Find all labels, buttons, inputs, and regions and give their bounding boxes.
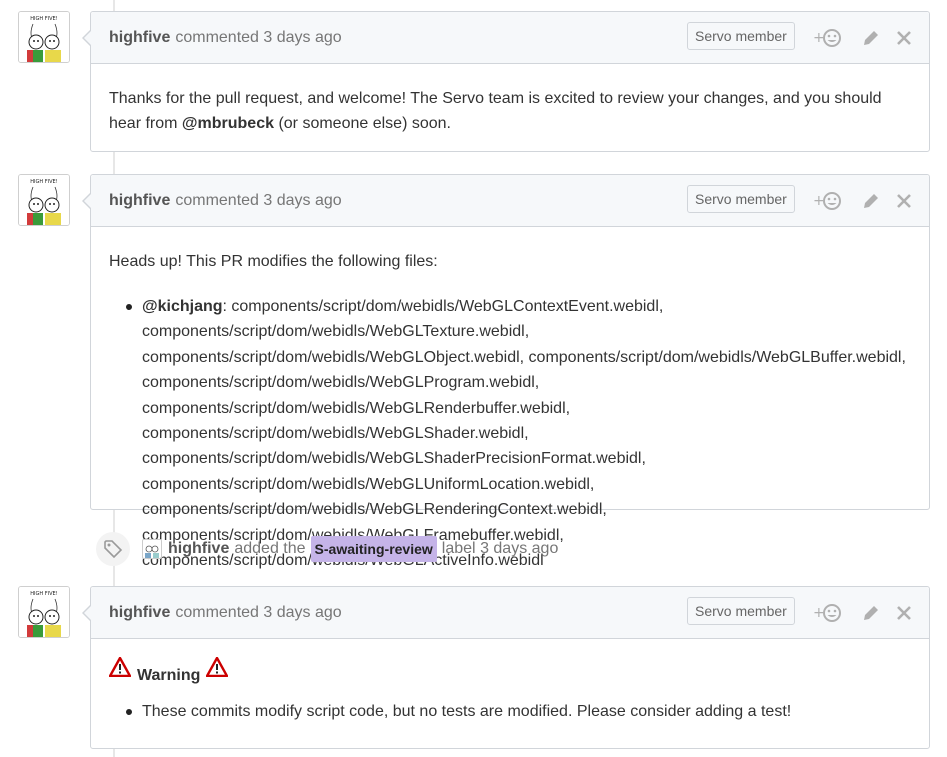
warning-list: These commits modify script code, but no… [109, 699, 911, 724]
label-event: highfive added the S-awaiting-review lab… [96, 532, 558, 566]
comment-body: Warning These commits modify script code… [91, 639, 929, 742]
event-text: added the [234, 540, 306, 557]
warning-icon [206, 656, 229, 685]
user-mention[interactable]: @kichjang [142, 298, 223, 315]
close-icon[interactable] [895, 603, 913, 628]
comment: highfive commented 3 days ago Servo memb… [82, 174, 930, 569]
svg-text:+: + [813, 193, 825, 209]
close-icon[interactable] [895, 191, 913, 216]
comment: highfive commented 3 days ago Servo memb… [82, 586, 930, 749]
pencil-icon[interactable] [861, 603, 881, 628]
svg-text:HIGH FIVE!: HIGH FIVE! [30, 591, 57, 597]
add-reaction-icon[interactable]: + [813, 27, 843, 54]
pencil-icon[interactable] [861, 191, 881, 216]
comment-timestamp[interactable]: 3 days ago [263, 604, 341, 621]
avatar[interactable]: HIGH FIVE! [18, 174, 70, 226]
add-reaction-icon[interactable]: + [813, 602, 843, 629]
comment-timestamp[interactable]: 3 days ago [263, 192, 341, 209]
comment-action: commented 3 days ago [175, 603, 342, 621]
comment-header: highfive commented 3 days ago Servo memb… [91, 587, 929, 639]
comment: highfive commented 3 days ago Servo memb… [82, 11, 930, 152]
svg-text:HIGH FIVE!: HIGH FIVE! [30, 179, 57, 185]
tag-icon [96, 532, 130, 566]
pencil-icon[interactable] [861, 28, 881, 53]
comment-author[interactable]: highfive [109, 192, 170, 210]
file-paths: : components/script/dom/webidls/WebGLCon… [142, 298, 906, 569]
comment-action: commented 3 days ago [175, 28, 342, 46]
avatar[interactable]: HIGH FIVE! [18, 11, 70, 63]
warning-title: Warning [137, 666, 201, 684]
comment-body: Thanks for the pull request, and welcome… [109, 90, 882, 132]
comment-author[interactable]: highfive [109, 604, 170, 622]
warning-icon [108, 656, 132, 685]
comment-header: highfive commented 3 days ago Servo memb… [91, 12, 929, 64]
avatar[interactable]: HIGH FIVE! [18, 586, 70, 638]
comment-author[interactable]: highfive [109, 29, 170, 47]
member-badge: Servo member [687, 22, 795, 50]
comment-intro: Heads up! This PR modifies the following… [109, 253, 438, 270]
event-text: label 3 days ago [441, 540, 559, 557]
comment-action: commented 3 days ago [175, 191, 342, 209]
member-badge: Servo member [687, 597, 795, 625]
event-timestamp[interactable]: 3 days ago [480, 540, 558, 557]
user-mention[interactable]: @mbrubeck [182, 115, 274, 132]
add-reaction-icon[interactable]: + [813, 190, 843, 217]
svg-text:HIGH FIVE!: HIGH FIVE! [30, 16, 57, 22]
list-item: These commits modify script code, but no… [109, 699, 911, 724]
close-icon[interactable] [895, 28, 913, 53]
avatar[interactable] [142, 539, 162, 559]
member-badge: Servo member [687, 185, 795, 213]
label-badge[interactable]: S-awaiting-review [310, 536, 437, 562]
comment-header: highfive commented 3 days ago Servo memb… [91, 175, 929, 227]
event-author[interactable]: highfive [168, 540, 229, 558]
svg-text:+: + [813, 30, 825, 46]
warning-heading: Warning [108, 656, 911, 685]
svg-text:+: + [813, 605, 825, 621]
comment-timestamp[interactable]: 3 days ago [263, 29, 341, 46]
